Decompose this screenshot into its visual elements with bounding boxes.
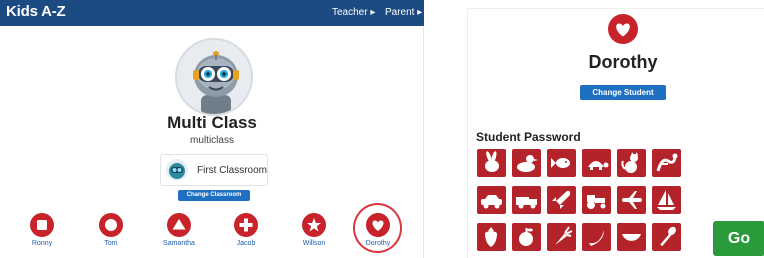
robot-avatar-icon xyxy=(177,40,251,114)
spoon-icon[interactable] xyxy=(652,223,681,251)
student-name: Tom xyxy=(104,240,118,247)
class-avatar xyxy=(175,38,253,116)
change-classroom-button[interactable]: Change Classroom xyxy=(178,190,250,201)
screenshot-stage: Kids A-Z Teacher ▸ Parent ▸ Multi Class … xyxy=(0,0,764,258)
change-student-button[interactable]: Change Student xyxy=(580,85,666,100)
tractor-icon[interactable] xyxy=(582,186,611,214)
airplane-icon[interactable] xyxy=(617,186,646,214)
student-login-panel: Dorothy Change Student Student Password xyxy=(467,8,764,258)
star-icon xyxy=(302,213,326,237)
banana-icon[interactable] xyxy=(582,223,611,251)
student-item[interactable]: Jacob xyxy=(216,212,276,258)
go-button[interactable]: Go xyxy=(713,221,764,256)
selected-student-highlight xyxy=(353,203,402,253)
carrot-icon[interactable] xyxy=(547,223,576,251)
student-name: Willson xyxy=(302,240,326,247)
plus-icon xyxy=(234,213,258,237)
student-name: Ronny xyxy=(31,240,53,247)
password-heading: Student Password xyxy=(476,130,581,144)
watermelon-icon[interactable] xyxy=(617,223,646,251)
class-username: multiclass xyxy=(190,135,234,146)
lizard-icon[interactable] xyxy=(652,149,681,177)
rocket-icon[interactable] xyxy=(547,186,576,214)
strawberry-icon[interactable] xyxy=(477,223,506,251)
student-name: Samantha xyxy=(163,240,195,247)
student-item[interactable]: Willson xyxy=(284,212,344,258)
rabbit-icon[interactable] xyxy=(477,149,506,177)
nav-teacher-link[interactable]: Teacher ▸ xyxy=(332,7,375,18)
student-item[interactable]: Tom xyxy=(81,212,141,258)
square-icon xyxy=(30,213,54,237)
student-item[interactable]: Samantha xyxy=(149,212,209,258)
student-item[interactable]: Ronny xyxy=(12,212,72,258)
classroom-robot-icon xyxy=(166,159,188,181)
fish-icon[interactable] xyxy=(547,149,576,177)
brand-logo[interactable]: Kids A-Z xyxy=(6,3,66,20)
classroom-name: First Classroom xyxy=(197,165,268,176)
student-name-heading: Dorothy xyxy=(588,52,658,72)
circle-icon xyxy=(99,213,123,237)
nav-parent-link[interactable]: Parent ▸ xyxy=(385,7,422,18)
classroom-card: First Classroom xyxy=(160,154,268,186)
truck-icon[interactable] xyxy=(512,186,541,214)
password-picture-grid xyxy=(477,149,709,254)
class-selection-panel: Kids A-Z Teacher ▸ Parent ▸ Multi Class … xyxy=(0,0,424,258)
apple-icon[interactable] xyxy=(512,223,541,251)
triangle-icon xyxy=(167,213,191,237)
heart-icon xyxy=(608,14,638,44)
top-navigation-bar: Kids A-Z Teacher ▸ Parent ▸ xyxy=(0,0,424,26)
duck-icon[interactable] xyxy=(512,149,541,177)
car-icon[interactable] xyxy=(477,186,506,214)
sailboat-icon[interactable] xyxy=(652,186,681,214)
class-title: Multi Class xyxy=(167,113,257,132)
turtle-icon[interactable] xyxy=(582,149,611,177)
student-name: Jacob xyxy=(236,240,256,247)
cat-icon[interactable] xyxy=(617,149,646,177)
